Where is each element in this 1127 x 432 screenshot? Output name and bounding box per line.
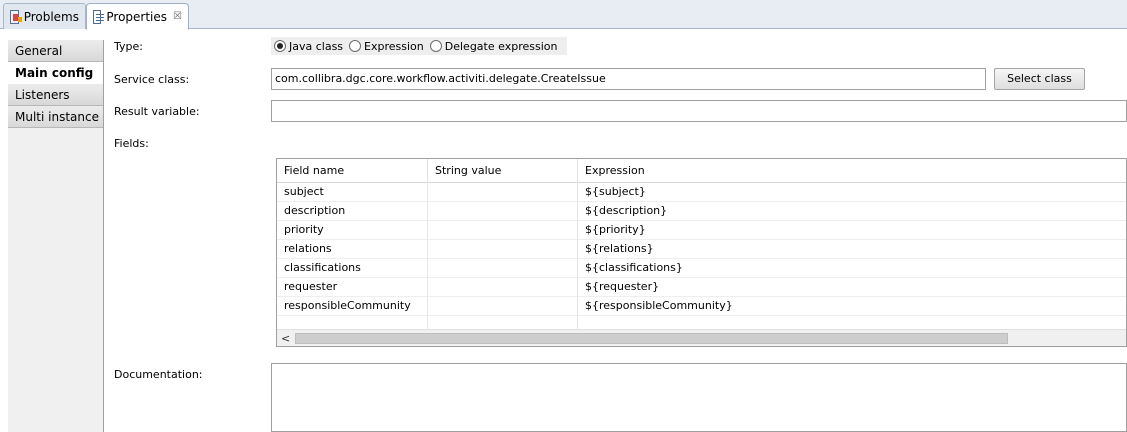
radio-expression-label: Expression (364, 39, 424, 53)
radio-expression[interactable]: Expression (349, 40, 424, 53)
fields-label: Fields: (114, 137, 149, 150)
service-class-input[interactable]: com.collibra.dgc.core.workflow.activiti.… (271, 68, 986, 90)
tab-problems[interactable]: Problems (3, 3, 86, 29)
scrollbar-thumb[interactable] (295, 333, 1008, 344)
expression-cell[interactable]: ${description} (578, 202, 1126, 221)
table-row[interactable]: subject ${subject} (277, 183, 1126, 202)
column-header-string-value[interactable]: String value (428, 159, 578, 183)
radio-delegate-expression-label: Delegate expression (444, 39, 558, 53)
radio-expression-button[interactable] (349, 40, 362, 52)
field-name-cell[interactable]: subject (277, 183, 428, 202)
table-row[interactable]: relations ${relations} (277, 240, 1126, 259)
table-row[interactable]: description ${description} (277, 202, 1126, 221)
string-value-cell[interactable] (428, 240, 578, 259)
property-section-tabs: General Main config Listeners Multi inst… (8, 40, 104, 432)
radio-delegate-expression[interactable]: Delegate expression (429, 39, 558, 53)
string-value-cell[interactable] (428, 259, 578, 278)
radio-delegate-expression-button[interactable] (429, 40, 442, 52)
expression-cell[interactable]: ${classifications} (578, 259, 1126, 278)
side-tab-general[interactable]: General (8, 40, 103, 62)
problems-icon (10, 9, 22, 24)
radio-java-class-label: Java class (289, 39, 344, 53)
table-row[interactable]: requester ${requester} (277, 278, 1126, 297)
service-class-label: Service class: (114, 73, 190, 86)
field-name-cell[interactable]: description (277, 202, 428, 221)
properties-icon (93, 9, 105, 24)
expression-cell[interactable]: ${subject} (578, 183, 1126, 202)
type-radio-group: Java class Expression Delegate expressio… (271, 37, 568, 55)
horizontal-scrollbar[interactable]: < (277, 329, 1126, 346)
scroll-left-icon[interactable]: < (281, 332, 290, 345)
field-name-cell[interactable]: responsibleCommunity (277, 297, 428, 316)
expression-cell[interactable]: ${responsibleCommunity} (578, 297, 1126, 316)
string-value-cell[interactable] (428, 278, 578, 297)
result-variable-input[interactable] (271, 100, 1127, 122)
expression-cell[interactable]: ${relations} (578, 240, 1126, 259)
string-value-cell[interactable] (428, 221, 578, 240)
field-name-cell[interactable]: classifications (277, 259, 428, 278)
close-tab-icon[interactable]: ☒ (173, 11, 182, 22)
radio-java-class-button[interactable] (274, 40, 286, 52)
field-name-cell[interactable]: relations (277, 240, 428, 259)
field-name-cell[interactable]: priority (277, 221, 428, 240)
column-header-field-name[interactable]: Field name (277, 159, 428, 183)
side-tab-listeners[interactable]: Listeners (8, 84, 103, 106)
field-name-cell[interactable]: requester (277, 278, 428, 297)
radio-java-class[interactable]: Java class (274, 40, 343, 53)
table-row[interactable]: classifications ${classifications} (277, 259, 1126, 278)
fields-table: Field name String value Expression subje… (276, 158, 1127, 347)
documentation-label: Documentation: (114, 368, 203, 381)
side-tab-multi-instance[interactable]: Multi instance (8, 106, 103, 128)
fields-table-header: Field name String value Expression (277, 159, 1126, 183)
type-label: Type: (114, 40, 143, 53)
select-class-button[interactable]: Select class (994, 68, 1085, 90)
string-value-cell[interactable] (428, 183, 578, 202)
result-variable-label: Result variable: (114, 105, 200, 118)
expression-cell[interactable]: ${priority} (578, 221, 1126, 240)
table-row[interactable]: priority ${priority} (277, 221, 1126, 240)
view-tab-bar: Problems Properties ☒ (0, 0, 1127, 30)
column-header-expression[interactable]: Expression (578, 159, 1126, 183)
string-value-cell[interactable] (428, 202, 578, 221)
tab-properties[interactable]: Properties ☒ (86, 3, 189, 30)
string-value-cell[interactable] (428, 297, 578, 316)
table-row[interactable]: responsibleCommunity ${responsibleCommun… (277, 297, 1126, 316)
side-tab-main-config[interactable]: Main config (8, 62, 103, 84)
tab-problems-label: Problems (23, 9, 79, 24)
tab-properties-label: Properties (106, 9, 168, 24)
documentation-textarea[interactable] (271, 363, 1127, 432)
expression-cell[interactable]: ${requester} (578, 278, 1126, 297)
